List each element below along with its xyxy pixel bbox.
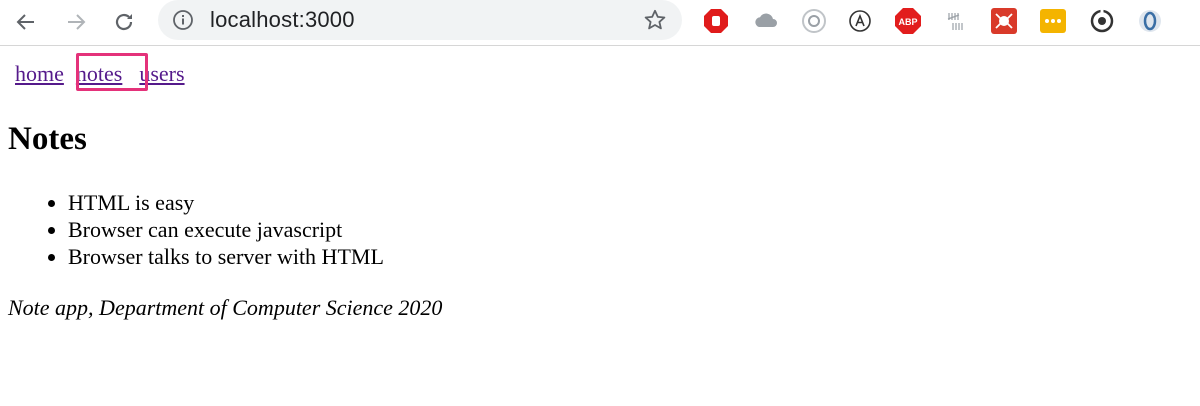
list-item: HTML is easy xyxy=(68,189,384,216)
forward-button[interactable] xyxy=(58,4,94,40)
target-icon xyxy=(802,9,826,33)
browser-toolbar: localhost:3000 ABP xyxy=(0,0,1200,46)
arrow-left-icon xyxy=(16,14,34,30)
ext-target[interactable] xyxy=(800,7,828,35)
tally-marks-icon xyxy=(947,13,963,30)
arrow-right-icon xyxy=(68,14,86,30)
back-button[interactable] xyxy=(8,4,44,40)
ext-circled-a[interactable] xyxy=(846,7,874,35)
ext-cloud[interactable] xyxy=(752,7,780,35)
page-content: homenotesusers Notes HTML is easy Browse… xyxy=(0,47,1200,406)
stop-hand-icon xyxy=(704,9,728,33)
notes-list: HTML is easy Browser can execute javascr… xyxy=(0,189,384,270)
notes-link-highlight xyxy=(76,53,148,91)
ext-yellow-dots[interactable] xyxy=(1039,7,1067,35)
info-icon[interactable] xyxy=(172,9,194,31)
cloud-icon xyxy=(755,13,777,27)
svg-text:ABP: ABP xyxy=(898,17,917,27)
bookmark-star-icon[interactable] xyxy=(643,8,667,32)
ext-adblock[interactable]: ABP xyxy=(894,7,922,35)
ext-shield-o[interactable] xyxy=(1136,7,1164,35)
adblock-icon: ABP xyxy=(895,8,921,34)
list-item: Browser talks to server with HTML xyxy=(68,243,384,270)
address-bar[interactable]: localhost:3000 xyxy=(158,0,682,40)
url-text[interactable]: localhost:3000 xyxy=(210,7,355,33)
page-title: Notes xyxy=(8,121,87,157)
ext-red-bug[interactable] xyxy=(990,7,1018,35)
red-bug-icon xyxy=(991,8,1017,34)
yellow-dots-icon xyxy=(1040,9,1066,33)
ext-tally[interactable] xyxy=(942,7,970,35)
ext-stop-hand[interactable] xyxy=(702,7,730,35)
sync-icon xyxy=(1090,9,1114,33)
ext-sync[interactable] xyxy=(1088,7,1116,35)
shield-o-icon xyxy=(1139,10,1161,32)
list-item: Browser can execute javascript xyxy=(68,216,384,243)
footer-text: Note app, Department of Computer Science… xyxy=(8,295,443,320)
reload-icon xyxy=(115,13,133,31)
home-link[interactable]: home xyxy=(15,61,64,86)
circled-a-icon xyxy=(849,10,871,32)
reload-button[interactable] xyxy=(106,4,142,40)
